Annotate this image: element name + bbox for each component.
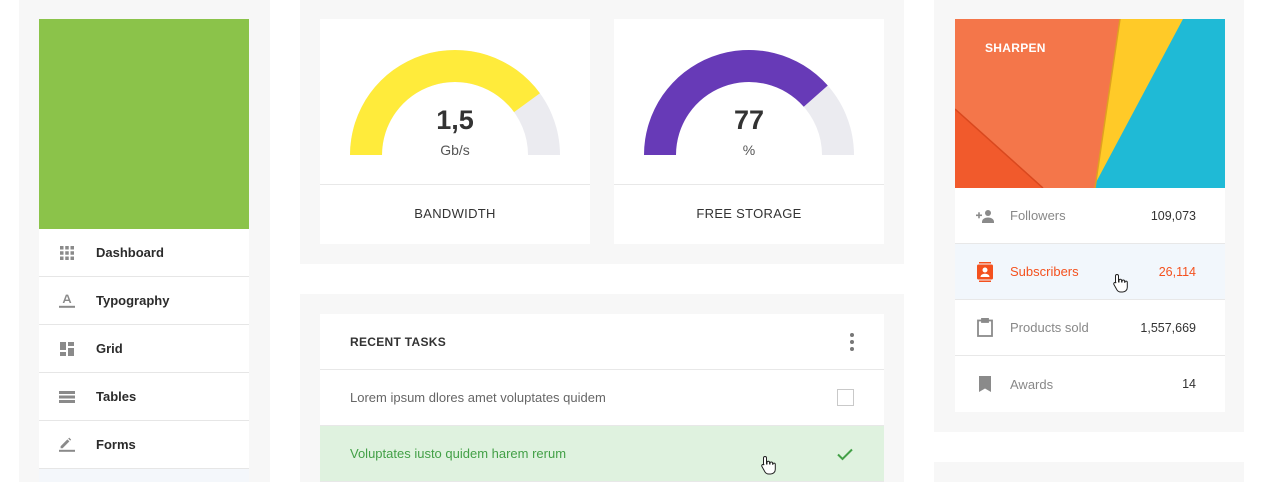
next-panel: [934, 462, 1244, 482]
task-row-done[interactable]: Voluptates iusto quidem harem rerum: [320, 426, 884, 482]
gauge-label: FREE STORAGE: [696, 206, 802, 221]
contacts-icon: [975, 261, 995, 282]
tasks-title: RECENT TASKS: [350, 334, 447, 349]
nav-item-typography[interactable]: Typography: [39, 277, 249, 325]
nav-item-grid[interactable]: Grid: [39, 325, 249, 373]
bandwidth-gauge-card: 1,5 Gb/s BANDWIDTH: [320, 19, 590, 244]
nav-item-tables[interactable]: Tables: [39, 373, 249, 421]
text-format-icon: [59, 293, 75, 309]
people-add-icon: [975, 206, 995, 226]
stat-value: 14: [1182, 377, 1196, 391]
more-options-icon[interactable]: [848, 332, 856, 351]
stat-row-awards[interactable]: Awards 14: [955, 356, 1225, 412]
apps-grid-icon: [59, 245, 75, 261]
hand-cursor-icon: [1113, 273, 1128, 293]
stat-row-products-sold[interactable]: Products sold 1,557,669: [955, 300, 1225, 356]
nav-item-forms[interactable]: Forms: [39, 421, 249, 469]
divider: [320, 184, 590, 185]
dashboard-layout-icon: [59, 341, 75, 357]
nav-item-label: Forms: [96, 437, 136, 452]
task-text: Lorem ipsum dlores amet voluptates quide…: [350, 390, 606, 405]
stat-label: Awards: [1010, 376, 1054, 392]
nav-item-label: Dashboard: [96, 245, 164, 260]
stat-value: 26,114: [1158, 264, 1196, 279]
nav-item-label: Typography: [96, 293, 170, 308]
gauge-fill: [644, 50, 828, 156]
task-row[interactable]: Lorem ipsum dlores amet voluptates quide…: [320, 370, 884, 426]
pencil-icon: [59, 437, 75, 453]
nav-item-label: Grid: [96, 341, 123, 356]
stat-value: 109,073: [1150, 208, 1196, 223]
stat-label: Products sold: [1010, 320, 1089, 335]
sharpen-banner: SHARPEN: [955, 19, 1225, 188]
social-stats-card: SHARPEN Followers 109,073 Subscribers 26…: [955, 19, 1225, 412]
gauge-fill: [350, 50, 540, 155]
hand-cursor-icon: [761, 455, 776, 475]
stat-label: Followers: [1010, 208, 1066, 223]
sidebar-nav: Dashboard Typography Grid Tables Forms: [39, 229, 249, 482]
nav-item-label: Tables: [96, 389, 137, 404]
task-text: Voluptates iusto quidem harem rerum: [350, 446, 567, 461]
clipboard-icon: [975, 318, 995, 338]
recent-tasks-card: RECENT TASKS Lorem ipsum dlores amet vol…: [320, 314, 884, 482]
nav-item-partial[interactable]: [39, 469, 249, 482]
stat-value: 1,557,669: [1140, 320, 1196, 335]
gauge-unit: Gb/s: [440, 142, 470, 158]
divider: [614, 184, 884, 185]
table-rows-icon: [59, 389, 75, 405]
stat-row-followers[interactable]: Followers 109,073: [955, 188, 1225, 244]
task-checkbox[interactable]: [837, 389, 854, 406]
nav-item-dashboard[interactable]: Dashboard: [39, 229, 249, 277]
stat-row-subscribers[interactable]: Subscribers 26,114: [955, 244, 1225, 300]
tasks-header: RECENT TASKS: [320, 314, 884, 370]
bookmark-icon: [975, 374, 995, 394]
gauge-value: 1,5: [436, 105, 474, 135]
stat-label: Subscribers: [1010, 264, 1079, 279]
gauge-value: 77: [733, 105, 765, 135]
free-storage-gauge-card: 77 % FREE STORAGE: [614, 19, 884, 244]
banner-label: SHARPEN: [985, 41, 1046, 55]
gauge-label: BANDWIDTH: [414, 206, 496, 221]
gauge-unit: %: [742, 142, 756, 158]
profile-banner: [39, 19, 249, 229]
check-icon[interactable]: [836, 445, 854, 463]
